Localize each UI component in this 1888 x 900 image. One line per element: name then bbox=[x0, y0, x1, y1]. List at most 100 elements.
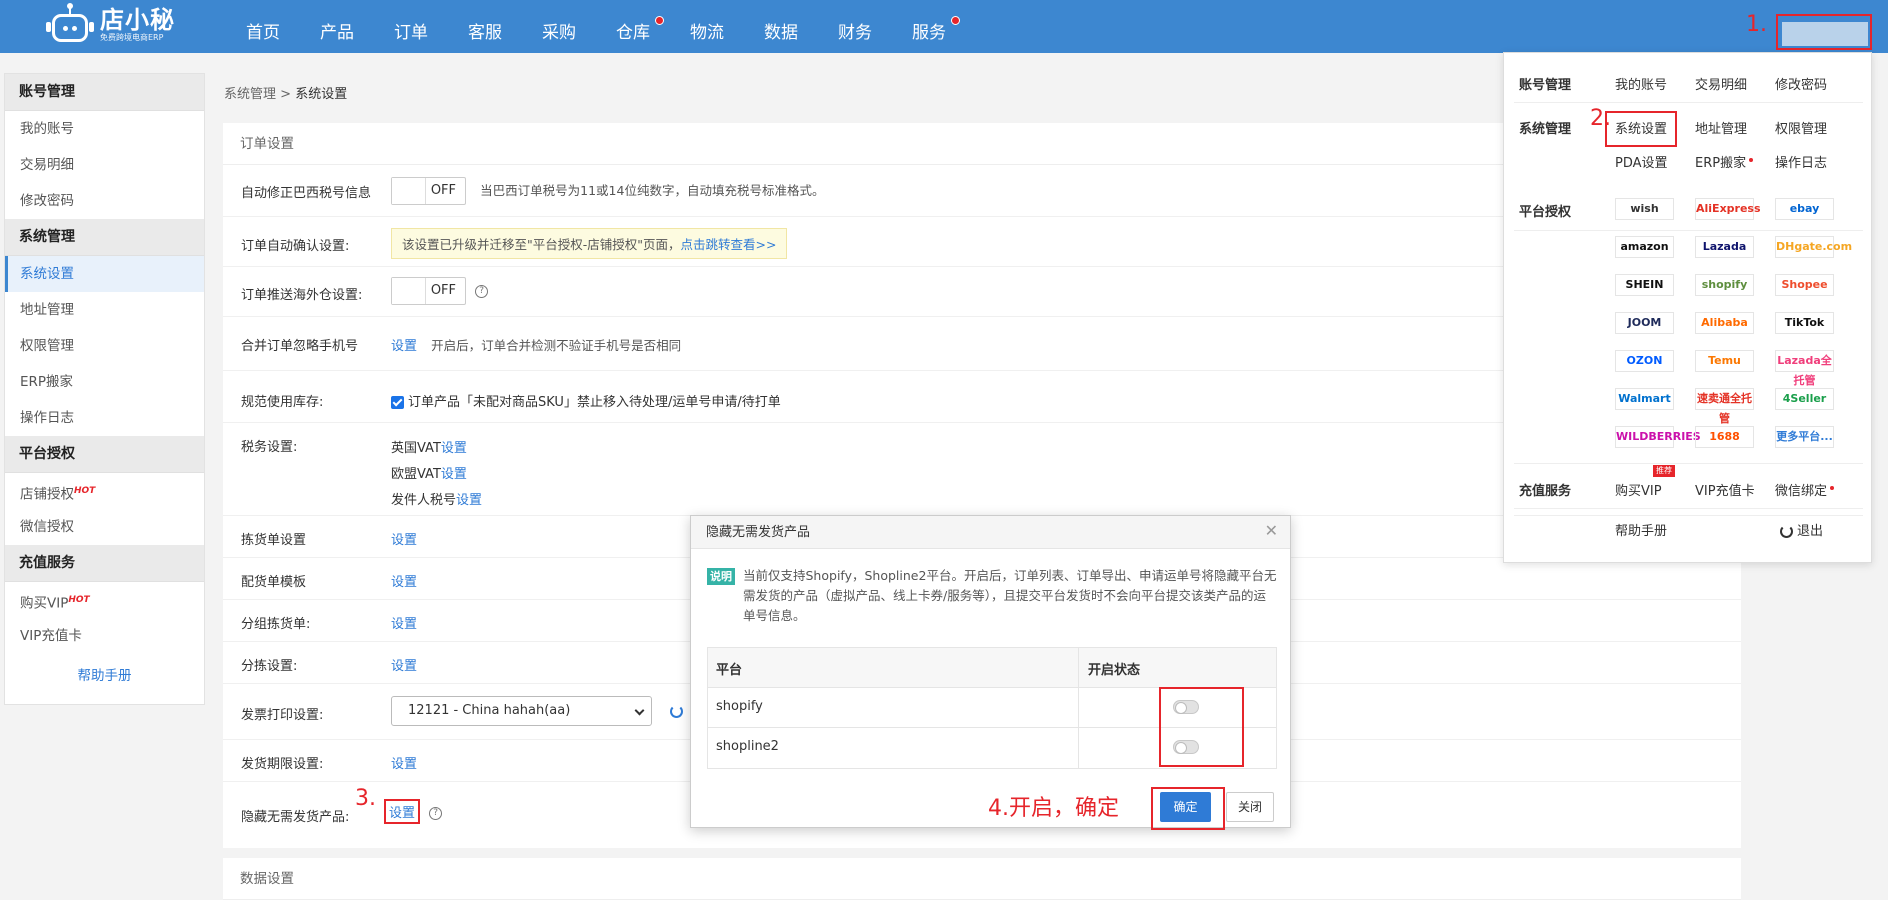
power-icon bbox=[1780, 525, 1793, 538]
stock-checkbox[interactable] bbox=[391, 396, 404, 409]
tax-uk-link[interactable]: 设置 bbox=[441, 441, 467, 456]
tax-uk: 英国VAT设置 bbox=[391, 441, 467, 456]
platform-logo-5[interactable]: DHgate.com bbox=[1775, 236, 1852, 258]
dd-link-my-account[interactable]: 我的账号 bbox=[1615, 74, 1667, 93]
platform-logo-19[interactable]: 1688 bbox=[1695, 426, 1754, 448]
row-label: 配货单模板 bbox=[241, 575, 307, 590]
sidebar-item-vip-card[interactable]: VIP充值卡 bbox=[5, 618, 204, 654]
nav-warehouse[interactable]: 仓库 bbox=[596, 0, 670, 53]
nav-home[interactable]: 首页 bbox=[226, 0, 300, 53]
migration-notice: 该设置已升级并迁移至"平台授权-店铺授权"页面，点击跳转查看>> bbox=[391, 228, 788, 259]
help-icon[interactable]: ? bbox=[475, 284, 489, 298]
dd-link-address[interactable]: 地址管理 bbox=[1695, 118, 1747, 137]
divider bbox=[1514, 508, 1863, 509]
sidebar-item-erp-move[interactable]: ERP搬家 bbox=[5, 364, 204, 400]
platform-logo-15[interactable]: Walmart bbox=[1615, 388, 1674, 410]
account-menu-button[interactable] bbox=[1776, 14, 1872, 50]
platform-logo-8[interactable]: Shopee bbox=[1775, 274, 1834, 296]
row-label: 发货期限设置: bbox=[241, 757, 324, 772]
platform-logo-7[interactable]: shopify bbox=[1695, 274, 1754, 296]
platform-logo-9[interactable]: JOOM bbox=[1615, 312, 1674, 334]
sidebar-item-operation-log[interactable]: 操作日志 bbox=[5, 400, 204, 436]
merge-setting-link[interactable]: 设置 bbox=[391, 339, 417, 354]
platform-logo-18[interactable]: WILDBERRIES bbox=[1615, 426, 1701, 448]
logo-subtitle: 免费跨境电商ERP bbox=[100, 33, 164, 42]
dd-link-wechat-bind[interactable]: 微信绑定 bbox=[1775, 480, 1835, 499]
hide-products-modal: 隐藏无需发货产品 ✕ 说明 当前仅支持Shopify，Shopline2平台。开… bbox=[690, 515, 1291, 828]
platform-logo-11[interactable]: TikTok bbox=[1775, 312, 1834, 334]
packing-setting-link[interactable]: 设置 bbox=[391, 571, 417, 590]
sidebar-help-link[interactable]: 帮助手册 bbox=[5, 654, 204, 698]
dd-link-operation-log[interactable]: 操作日志 bbox=[1775, 152, 1827, 171]
hot-badge: HOT bbox=[74, 486, 96, 496]
panel-title: 数据设置 bbox=[223, 858, 1741, 900]
nav-data[interactable]: 数据 bbox=[744, 0, 818, 53]
sidebar-item-permissions[interactable]: 权限管理 bbox=[5, 328, 204, 364]
nav-service[interactable]: 客服 bbox=[448, 0, 522, 53]
sidebar-item-my-account[interactable]: 我的账号 bbox=[5, 111, 204, 147]
nav-finance[interactable]: 财务 bbox=[818, 0, 892, 53]
dd-link-pda[interactable]: PDA设置 bbox=[1615, 152, 1668, 171]
dd-label: 充值服务 bbox=[1519, 484, 1572, 499]
picking-setting-link[interactable]: 设置 bbox=[391, 529, 417, 548]
logout-button[interactable]: 退出 bbox=[1780, 520, 1823, 539]
overseas-toggle[interactable]: OFF bbox=[391, 277, 466, 305]
nav-purchase[interactable]: 采购 bbox=[522, 0, 596, 53]
platform-logo-14[interactable]: Lazada全托管 bbox=[1775, 350, 1834, 387]
dd-link-erp-move[interactable]: ERP搬家 bbox=[1695, 152, 1754, 171]
sidebar-item-system-settings[interactable]: 系统设置 bbox=[5, 256, 204, 292]
tax-sender-link[interactable]: 设置 bbox=[456, 493, 482, 508]
platform-logo-6[interactable]: SHEIN bbox=[1615, 274, 1674, 296]
close-icon[interactable]: ✕ bbox=[1265, 520, 1278, 542]
logo-name: 店小秘 bbox=[100, 6, 175, 34]
nav-logistics[interactable]: 物流 bbox=[670, 0, 744, 53]
platform-logo-17[interactable]: 4Seller bbox=[1775, 388, 1834, 410]
top-nav: 店小秘 免费跨境电商ERP 首页 产品 订单 客服 采购 仓库 物流 数据 财务… bbox=[0, 0, 1888, 53]
platform-logo-1[interactable]: AliExpress bbox=[1695, 198, 1761, 220]
logo[interactable]: 店小秘 免费跨境电商ERP bbox=[46, 2, 176, 48]
nav-orders[interactable]: 订单 bbox=[374, 0, 448, 53]
sorting-setting-link[interactable]: 设置 bbox=[391, 655, 417, 674]
platform-logo-12[interactable]: OZON bbox=[1615, 350, 1674, 372]
tax-eu-link[interactable]: 设置 bbox=[441, 467, 467, 482]
notification-dot bbox=[1830, 485, 1835, 490]
sidebar-item-address[interactable]: 地址管理 bbox=[5, 292, 204, 328]
dd-link-help[interactable]: 帮助手册 bbox=[1615, 520, 1667, 539]
row-label: 发票打印设置: bbox=[241, 708, 324, 723]
dd-link-buy-vip[interactable]: 购买VIP bbox=[1615, 480, 1662, 499]
platform-logo-3[interactable]: amazon bbox=[1615, 236, 1674, 258]
table-header: 平台 开启状态 bbox=[708, 648, 1276, 688]
sidebar-item-store-auth[interactable]: 店铺授权HOT bbox=[5, 473, 204, 509]
help-icon[interactable]: ? bbox=[429, 807, 443, 820]
refresh-icon[interactable] bbox=[670, 704, 684, 718]
platform-logo-16[interactable]: 速卖通全托管 bbox=[1695, 388, 1754, 425]
nav-services[interactable]: 服务 bbox=[892, 0, 966, 53]
platform-logo-4[interactable]: Lazada bbox=[1695, 236, 1754, 258]
jump-link[interactable]: 点击跳转查看>> bbox=[681, 237, 777, 252]
platform-logo-2[interactable]: ebay bbox=[1775, 198, 1834, 220]
hide-products-setting-button[interactable]: 设置 bbox=[384, 799, 421, 824]
invoice-select[interactable]: 12121 - China hahah(aa) bbox=[391, 696, 652, 726]
dd-link-permissions[interactable]: 权限管理 bbox=[1775, 118, 1827, 137]
brazil-tax-toggle[interactable]: OFF bbox=[391, 177, 466, 205]
sidebar-item-change-password[interactable]: 修改密码 bbox=[5, 183, 204, 219]
close-button[interactable]: 关闭 bbox=[1226, 792, 1274, 822]
deadline-setting-link[interactable]: 设置 bbox=[391, 753, 417, 772]
hot-badge: HOT bbox=[68, 595, 90, 605]
sidebar-item-buy-vip[interactable]: 购买VIPHOT bbox=[5, 582, 204, 618]
dd-link-change-password[interactable]: 修改密码 bbox=[1775, 74, 1827, 93]
row-label: 规范使用库存: bbox=[241, 395, 324, 410]
nav-products[interactable]: 产品 bbox=[300, 0, 374, 53]
breadcrumb-parent[interactable]: 系统管理 bbox=[224, 87, 276, 102]
notification-dot bbox=[951, 16, 960, 25]
dd-link-transactions[interactable]: 交易明细 bbox=[1695, 74, 1747, 93]
platform-logo-0[interactable]: wish bbox=[1615, 198, 1674, 220]
sidebar-item-transactions[interactable]: 交易明细 bbox=[5, 147, 204, 183]
sidebar-item-wechat-auth[interactable]: 微信授权 bbox=[5, 509, 204, 545]
platform-logo-20[interactable]: 更多平台... bbox=[1775, 426, 1834, 448]
platform-logo-13[interactable]: Temu bbox=[1695, 350, 1754, 372]
dd-link-vip-card[interactable]: VIP充值卡 bbox=[1695, 480, 1755, 499]
platform-logo-10[interactable]: Alibaba bbox=[1695, 312, 1754, 334]
group-pick-setting-link[interactable]: 设置 bbox=[391, 613, 417, 632]
sidebar-group-account: 账号管理 bbox=[5, 74, 204, 111]
